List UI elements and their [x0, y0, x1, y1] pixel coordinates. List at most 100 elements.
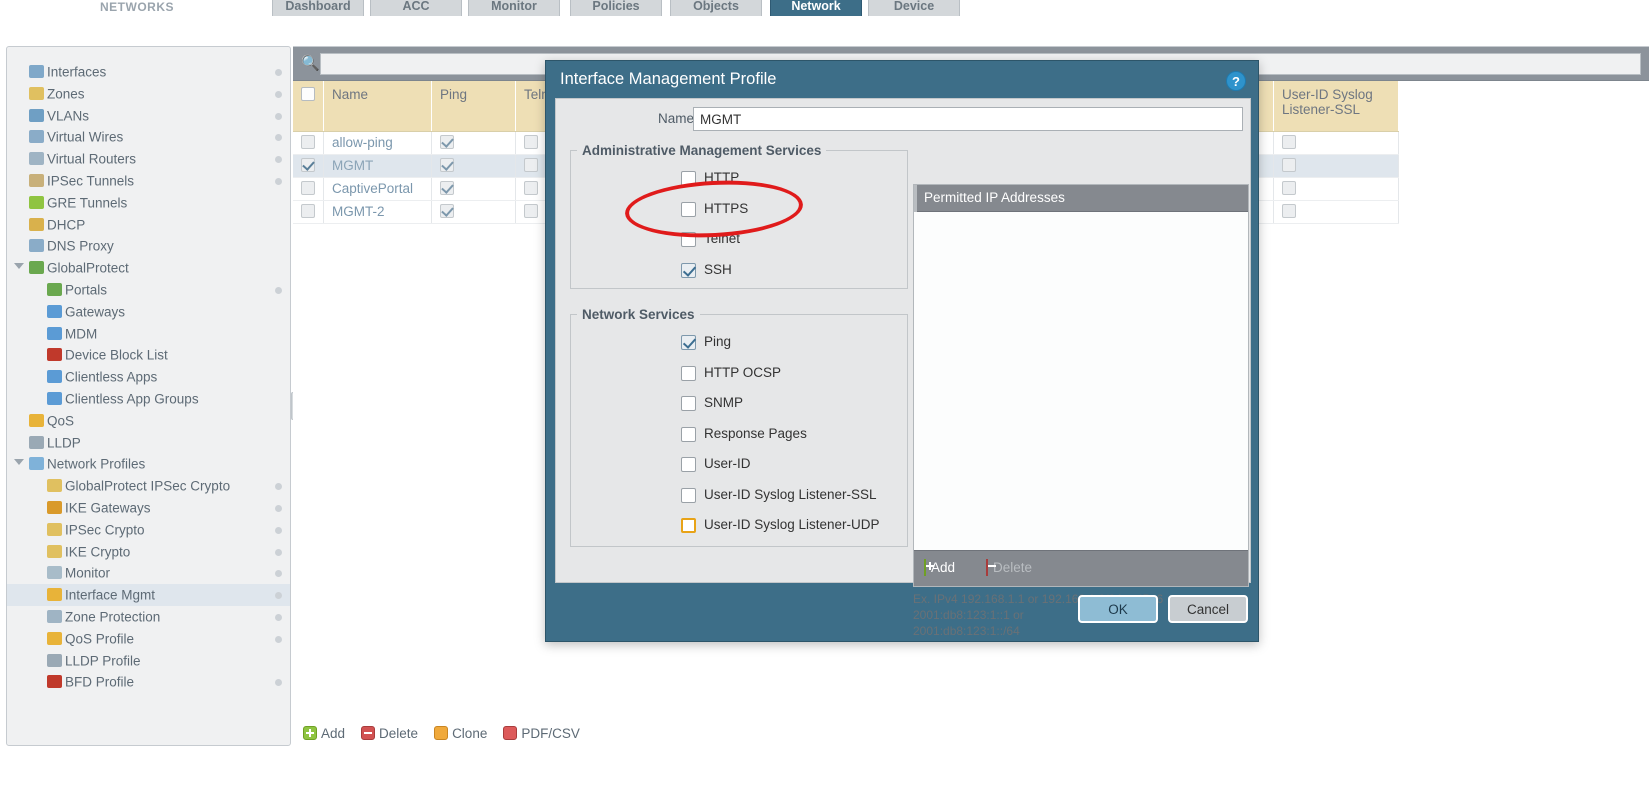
tab-monitor[interactable]: Monitor: [468, 0, 560, 16]
sidebar-item-lldp-profile[interactable]: LLDP Profile: [7, 650, 290, 672]
row-select-checkbox[interactable]: [301, 204, 315, 218]
checkbox-input[interactable]: [681, 171, 696, 186]
sidebar-item-device-block-list[interactable]: Device Block List: [7, 344, 290, 366]
checkbox-input[interactable]: [681, 518, 696, 533]
tab-dashboard[interactable]: Dashboard: [272, 0, 364, 16]
toolbar-button-label: PDF/CSV: [521, 726, 580, 741]
sidebar-item-ike-gateways[interactable]: IKE Gateways: [7, 497, 290, 519]
checkbox-label: Telnet: [704, 231, 741, 246]
sidebar-item-interfaces[interactable]: Interfaces: [7, 61, 290, 83]
sidebar-item-interface-mgmt[interactable]: Interface Mgmt: [7, 584, 290, 606]
checkbox-snmp[interactable]: SNMP: [681, 395, 743, 411]
name-input[interactable]: [693, 107, 1243, 131]
tab-policies[interactable]: Policies: [570, 0, 662, 16]
sidebar-item-globalprotect[interactable]: GlobalProtect: [7, 257, 290, 279]
sidebar-item-gateways[interactable]: Gateways: [7, 301, 290, 323]
checkbox-input[interactable]: [681, 396, 696, 411]
checkbox-user-id[interactable]: User-ID: [681, 456, 751, 472]
row-feature-checkbox: [1282, 135, 1296, 149]
checkbox-input[interactable]: [681, 365, 696, 381]
checkbox-input[interactable]: [681, 262, 696, 278]
permitted-ip-list[interactable]: [914, 212, 1248, 550]
row-name-cell[interactable]: MGMT: [323, 154, 432, 178]
checkbox-input[interactable]: [681, 232, 696, 247]
checkbox-https[interactable]: HTTPS: [681, 201, 748, 217]
column-header[interactable]: Ping: [431, 81, 516, 132]
sidebar-item-monitor[interactable]: Monitor: [7, 562, 290, 584]
row-select-checkbox[interactable]: [301, 181, 315, 195]
pdf-csv-button[interactable]: PDF/CSV: [503, 718, 580, 750]
tab-network[interactable]: Network: [770, 0, 862, 16]
device-block-list-icon: [47, 348, 62, 362]
checkbox-response-pages[interactable]: Response Pages: [681, 426, 807, 442]
column-header[interactable]: Name: [323, 81, 432, 132]
checkbox-input[interactable]: [681, 426, 696, 442]
row-name-cell[interactable]: CaptivePortal: [323, 177, 432, 201]
cancel-button[interactable]: Cancel: [1168, 595, 1248, 623]
sidebar-item-vlans[interactable]: VLANs: [7, 105, 290, 127]
sidebar-item-network-profiles[interactable]: Network Profiles: [7, 453, 290, 475]
select-all-checkbox[interactable]: [301, 87, 315, 101]
sidebar-item-mdm[interactable]: MDM: [7, 323, 290, 345]
sidebar-item-label: Clientless Apps: [65, 369, 158, 385]
help-icon[interactable]: ?: [1226, 71, 1246, 91]
sidebar-item-dns-proxy[interactable]: DNS Proxy: [7, 235, 290, 257]
row-name-cell[interactable]: MGMT-2: [323, 200, 432, 224]
sidebar-item-lldp[interactable]: LLDP: [7, 432, 290, 454]
chevron-down-icon[interactable]: [14, 459, 24, 466]
sidebar-item-qos-profile[interactable]: QoS Profile: [7, 628, 290, 650]
tab-objects[interactable]: Objects: [670, 0, 762, 16]
sidebar-item-gre-tunnels[interactable]: GRE Tunnels: [7, 192, 290, 214]
row-name-cell[interactable]: allow-ping: [323, 131, 432, 155]
sidebar-item-virtual-wires[interactable]: Virtual Wires: [7, 126, 290, 148]
sidebar-item-label: IKE Crypto: [65, 544, 131, 560]
sidebar-item-zone-protection[interactable]: Zone Protection: [7, 606, 290, 628]
permitted-ip-header-label: Permitted IP Addresses: [924, 190, 1065, 205]
chevron-down-icon[interactable]: [14, 263, 24, 270]
row-feature-checkbox: [1282, 204, 1296, 218]
column-header[interactable]: User-ID Syslog Listener-SSL: [1273, 81, 1399, 132]
sidebar-item-ipsec-crypto[interactable]: IPSec Crypto: [7, 519, 290, 541]
row-select-checkbox[interactable]: [301, 135, 315, 149]
checkbox-telnet[interactable]: Telnet: [681, 231, 740, 247]
portals-icon: [47, 282, 62, 296]
permitted-ip-addresses-panel: Permitted IP Addresses Add Delete: [913, 184, 1249, 587]
sidebar-item-clientless-app-groups[interactable]: Clientless App Groups: [7, 388, 290, 410]
sidebar-item-virtual-routers[interactable]: Virtual Routers: [7, 148, 290, 170]
tab-device[interactable]: Device: [868, 0, 960, 16]
checkbox-input[interactable]: [681, 487, 696, 503]
checkbox-input[interactable]: [681, 457, 696, 472]
checkbox-input[interactable]: [681, 201, 696, 217]
sidebar-item-portals[interactable]: Portals: [7, 279, 290, 301]
sidebar-item-clientless-apps[interactable]: Clientless Apps: [7, 366, 290, 388]
checkbox-http[interactable]: HTTP: [681, 170, 739, 186]
checkbox-ping[interactable]: Ping: [681, 334, 731, 350]
sidebar-item-dhcp[interactable]: DHCP: [7, 214, 290, 236]
clone-button[interactable]: Clone: [434, 718, 487, 750]
status-dot: [275, 69, 282, 76]
checkbox-user-id-syslog-listener-udp[interactable]: User-ID Syslog Listener-UDP: [681, 517, 880, 533]
toolbar-button-label: Add: [321, 726, 346, 741]
ok-button[interactable]: OK: [1078, 595, 1158, 623]
sidebar-item-globalprotect-ipsec-crypto[interactable]: GlobalProtect IPSec Crypto: [7, 475, 290, 497]
checkbox-user-id-syslog-listener-ssl[interactable]: User-ID Syslog Listener-SSL: [681, 487, 877, 503]
checkbox-ssh[interactable]: SSH: [681, 262, 732, 278]
sidebar-item-ipsec-tunnels[interactable]: IPSec Tunnels: [7, 170, 290, 192]
ipsec-tunnels-icon: [29, 173, 44, 187]
lock-icon: [47, 479, 62, 493]
ip-delete-label: Delete: [993, 560, 1033, 575]
checkbox-input[interactable]: [681, 335, 696, 350]
sidebar-item-label: VLANs: [47, 108, 90, 124]
ip-add-button[interactable]: Add: [924, 559, 955, 576]
sidebar-item-zones[interactable]: Zones: [7, 83, 290, 105]
sidebar-item-qos[interactable]: QoS: [7, 410, 290, 432]
checkbox-http-ocsp[interactable]: HTTP OCSP: [681, 365, 781, 381]
row-select-checkbox[interactable]: [301, 158, 315, 172]
delete-button[interactable]: Delete: [361, 718, 418, 750]
checkbox-label: HTTP OCSP: [704, 364, 782, 380]
row-feature-checkbox: [524, 181, 538, 195]
sidebar-item-bfd-profile[interactable]: BFD Profile: [7, 671, 290, 693]
tab-acc[interactable]: ACC: [370, 0, 462, 16]
add-button[interactable]: Add: [303, 718, 345, 750]
sidebar-item-ike-crypto[interactable]: IKE Crypto: [7, 541, 290, 563]
